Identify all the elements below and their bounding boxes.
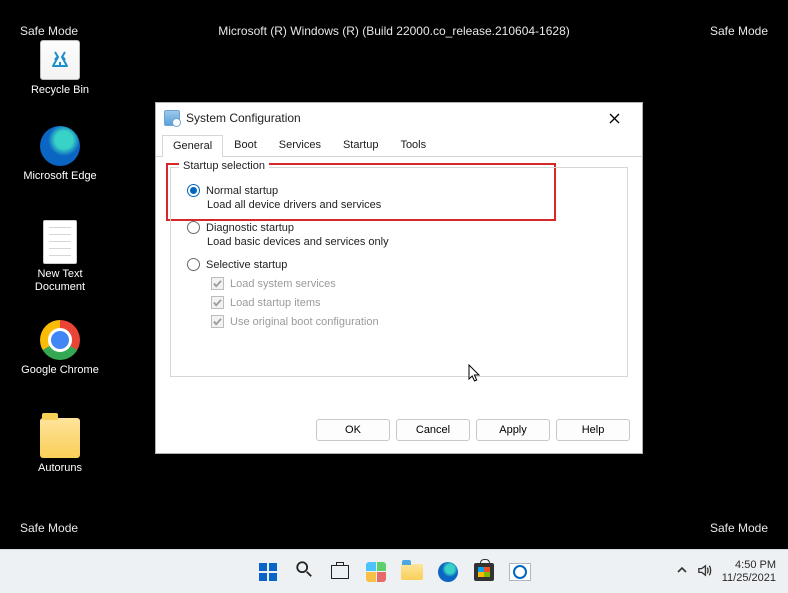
safe-mode-top-left: Safe Mode: [20, 24, 78, 38]
edge-icon: [40, 126, 80, 166]
store-button[interactable]: [471, 559, 497, 585]
chk-label: Load startup items: [230, 297, 321, 309]
msconfig-icon: [164, 110, 180, 126]
msconfig-taskbar-button[interactable]: [507, 559, 533, 585]
checkbox-icon: [211, 315, 224, 328]
option-desc: Load basic devices and services only: [207, 236, 615, 248]
folder-icon: [40, 418, 80, 458]
dialog-title-text: System Configuration: [186, 111, 301, 125]
edge-icon: [438, 562, 458, 582]
file-explorer-icon: [401, 564, 423, 580]
recycle-bin-icon: [40, 40, 80, 80]
widgets-button[interactable]: [363, 559, 389, 585]
volume-icon[interactable]: [697, 563, 712, 581]
checkbox-icon: [211, 296, 224, 309]
file-explorer-button[interactable]: [399, 559, 425, 585]
task-view-icon: [331, 565, 349, 579]
chk-load-system-services: Load system services: [211, 277, 615, 290]
option-label: Normal startup: [206, 185, 278, 197]
tray-overflow-button[interactable]: [677, 565, 687, 578]
windows-logo-icon: [258, 562, 278, 582]
desktop-edge[interactable]: Microsoft Edge: [20, 126, 100, 183]
ok-button[interactable]: OK: [316, 419, 390, 441]
option-desc: Load all device drivers and services: [207, 199, 615, 211]
desktop-icon-label: Autoruns: [20, 462, 100, 475]
safe-mode-top-right: Safe Mode: [710, 24, 768, 38]
safe-mode-bottom-right: Safe Mode: [710, 521, 768, 535]
group-label: Startup selection: [179, 160, 269, 172]
chrome-icon: [40, 320, 80, 360]
taskbar[interactable]: 4:50 PM 11/25/2021: [0, 549, 788, 593]
system-configuration-dialog[interactable]: System Configuration General Boot Servic…: [155, 102, 643, 454]
windows-build-header: Microsoft (R) Windows (R) (Build 22000.c…: [218, 24, 570, 38]
tab-general[interactable]: General: [162, 135, 223, 157]
taskbar-center: [255, 559, 533, 585]
safe-mode-bottom-left: Safe Mode: [20, 521, 78, 535]
tab-content-general: Startup selection Normal startup Load al…: [156, 157, 642, 417]
desktop-icon-label: New Text Document: [20, 268, 100, 294]
radio-normal[interactable]: [187, 184, 200, 197]
edge-taskbar-button[interactable]: [435, 559, 461, 585]
close-button[interactable]: [594, 103, 634, 133]
option-normal-startup[interactable]: Normal startup Load all device drivers a…: [187, 184, 615, 211]
radio-selective[interactable]: [187, 258, 200, 271]
tab-boot[interactable]: Boot: [223, 134, 268, 156]
mouse-cursor-icon: [468, 364, 482, 384]
desktop-icon-label: Google Chrome: [20, 364, 100, 377]
desktop-autoruns[interactable]: Autoruns: [20, 418, 100, 475]
desktop-icon-label: Recycle Bin: [20, 84, 100, 97]
chk-use-original-boot-config: Use original boot configuration: [211, 315, 615, 328]
help-button[interactable]: Help: [556, 419, 630, 441]
chk-label: Load system services: [230, 278, 336, 290]
checkbox-icon: [211, 277, 224, 290]
desktop-chrome[interactable]: Google Chrome: [20, 320, 100, 377]
close-icon: [609, 113, 620, 124]
store-icon: [474, 563, 494, 581]
search-icon: [295, 560, 313, 583]
desktop-new-text-document[interactable]: New Text Document: [20, 220, 100, 294]
option-label: Diagnostic startup: [206, 222, 294, 234]
clock-time: 4:50 PM: [722, 559, 776, 572]
clock-date: 11/25/2021: [722, 572, 776, 585]
radio-diagnostic[interactable]: [187, 221, 200, 234]
text-document-icon: [43, 220, 77, 264]
dialog-titlebar[interactable]: System Configuration: [156, 103, 642, 133]
tab-tools[interactable]: Tools: [389, 134, 437, 156]
startup-selection-group: Startup selection Normal startup Load al…: [170, 167, 628, 377]
system-tray[interactable]: 4:50 PM 11/25/2021: [677, 559, 776, 584]
chk-label: Use original boot configuration: [230, 316, 379, 328]
cancel-button[interactable]: Cancel: [396, 419, 470, 441]
widgets-icon: [366, 562, 386, 582]
start-button[interactable]: [255, 559, 281, 585]
search-button[interactable]: [291, 559, 317, 585]
option-label: Selective startup: [206, 259, 287, 271]
tab-startup[interactable]: Startup: [332, 134, 389, 156]
option-selective-startup[interactable]: Selective startup: [187, 258, 615, 271]
chk-load-startup-items: Load startup items: [211, 296, 615, 309]
desktop-recycle-bin[interactable]: Recycle Bin: [20, 40, 100, 97]
task-view-button[interactable]: [327, 559, 353, 585]
desktop-icon-label: Microsoft Edge: [20, 170, 100, 183]
clock[interactable]: 4:50 PM 11/25/2021: [722, 559, 776, 584]
dialog-button-row: OK Cancel Apply Help: [156, 417, 642, 453]
option-diagnostic-startup[interactable]: Diagnostic startup Load basic devices an…: [187, 221, 615, 248]
tab-services[interactable]: Services: [268, 134, 332, 156]
tabs-row: General Boot Services Startup Tools: [156, 133, 642, 157]
msconfig-icon: [509, 563, 531, 581]
apply-button[interactable]: Apply: [476, 419, 550, 441]
